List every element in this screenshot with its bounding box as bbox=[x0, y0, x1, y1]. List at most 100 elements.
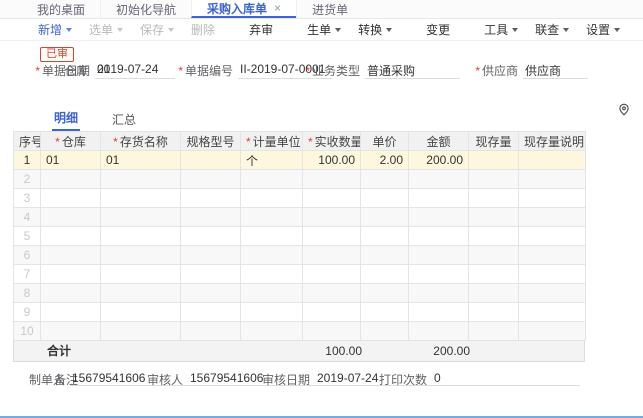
grid-cell[interactable] bbox=[241, 170, 303, 189]
grid-cell[interactable] bbox=[361, 170, 409, 189]
grid-cell[interactable] bbox=[41, 170, 101, 189]
grid-cell[interactable] bbox=[303, 227, 361, 246]
toolbar-button-9[interactable]: 联查 bbox=[535, 21, 569, 38]
grid-cell[interactable] bbox=[181, 246, 241, 265]
grid-cell[interactable]: 2.00 bbox=[361, 151, 409, 170]
grid-cell[interactable]: 200.00 bbox=[409, 151, 469, 170]
grid-cell[interactable] bbox=[409, 265, 469, 284]
tab-1[interactable]: 初始化导航 bbox=[100, 0, 191, 18]
tab-3[interactable]: 进货单 bbox=[296, 0, 363, 18]
grid-cell[interactable]: 100.00 bbox=[303, 151, 361, 170]
grid-cell[interactable] bbox=[361, 303, 409, 322]
grid-cell[interactable] bbox=[409, 189, 469, 208]
grid-cell[interactable] bbox=[241, 303, 303, 322]
toolbar-button-7[interactable]: 变更 bbox=[426, 21, 450, 38]
grid-cell[interactable] bbox=[519, 265, 586, 284]
grid-cell[interactable] bbox=[409, 322, 469, 341]
grid-cell[interactable] bbox=[519, 189, 586, 208]
grid-cell[interactable] bbox=[181, 303, 241, 322]
toolbar-button-1[interactable]: 选单 bbox=[89, 21, 123, 38]
grid-cell[interactable] bbox=[361, 246, 409, 265]
toolbar-button-6[interactable]: 转换 bbox=[358, 21, 392, 38]
grid-cell[interactable] bbox=[469, 303, 519, 322]
grid-cell[interactable] bbox=[361, 322, 409, 341]
grid-cell[interactable] bbox=[303, 265, 361, 284]
grid-cell[interactable] bbox=[101, 208, 181, 227]
grid-cell[interactable] bbox=[469, 284, 519, 303]
grid-cell[interactable] bbox=[409, 284, 469, 303]
grid-cell[interactable] bbox=[41, 246, 101, 265]
grid-cell[interactable] bbox=[101, 322, 181, 341]
grid-cell[interactable] bbox=[409, 303, 469, 322]
toolbar-button-8[interactable]: 工具 bbox=[484, 21, 518, 38]
tab-2[interactable]: 采购入库单× bbox=[191, 0, 296, 18]
toolbar-button-10[interactable]: 设置 bbox=[586, 21, 620, 38]
toolbar-button-0[interactable]: 新增 bbox=[38, 21, 72, 38]
grid-cell[interactable] bbox=[519, 170, 586, 189]
business-type-field[interactable]: 普通采购 bbox=[365, 62, 460, 79]
grid-cell[interactable] bbox=[361, 208, 409, 227]
grid-cell[interactable] bbox=[469, 208, 519, 227]
grid-cell[interactable] bbox=[469, 189, 519, 208]
tab-close-icon[interactable]: × bbox=[274, 1, 281, 15]
grid-cell[interactable] bbox=[241, 227, 303, 246]
grid-cell[interactable] bbox=[469, 170, 519, 189]
grid-cell[interactable] bbox=[241, 284, 303, 303]
grid-cell[interactable] bbox=[241, 265, 303, 284]
grid-cell[interactable] bbox=[41, 322, 101, 341]
location-pin-icon[interactable] bbox=[617, 102, 631, 120]
grid-cell[interactable] bbox=[469, 227, 519, 246]
grid-cell[interactable] bbox=[519, 246, 586, 265]
grid-cell[interactable] bbox=[361, 284, 409, 303]
tab-detail[interactable]: 明细 bbox=[52, 109, 80, 131]
grid-cell[interactable] bbox=[181, 189, 241, 208]
grid-cell[interactable] bbox=[41, 265, 101, 284]
grid-cell[interactable] bbox=[409, 208, 469, 227]
grid-cell[interactable] bbox=[303, 208, 361, 227]
grid-cell[interactable] bbox=[469, 246, 519, 265]
toolbar-button-5[interactable]: 生单 bbox=[307, 21, 341, 38]
grid-cell[interactable] bbox=[409, 170, 469, 189]
grid-cell[interactable] bbox=[303, 189, 361, 208]
grid-cell[interactable] bbox=[241, 322, 303, 341]
grid-cell[interactable] bbox=[41, 227, 101, 246]
grid-cell[interactable] bbox=[101, 246, 181, 265]
grid-cell[interactable] bbox=[303, 170, 361, 189]
grid-cell[interactable] bbox=[303, 284, 361, 303]
grid-cell[interactable] bbox=[519, 227, 586, 246]
supplier-field[interactable]: 供应商 bbox=[523, 62, 588, 79]
grid-cell[interactable] bbox=[41, 303, 101, 322]
grid-cell[interactable] bbox=[41, 189, 101, 208]
grid-cell[interactable] bbox=[181, 170, 241, 189]
grid-cell[interactable] bbox=[361, 265, 409, 284]
toolbar-button-4[interactable]: 弃审 bbox=[249, 21, 273, 38]
grid-cell[interactable] bbox=[41, 284, 101, 303]
grid-cell[interactable] bbox=[361, 189, 409, 208]
grid-cell[interactable] bbox=[181, 227, 241, 246]
grid-cell[interactable]: 01 bbox=[101, 151, 181, 170]
grid-cell[interactable] bbox=[181, 151, 241, 170]
grid-cell[interactable]: 01 bbox=[41, 151, 101, 170]
grid-cell[interactable] bbox=[519, 151, 586, 170]
grid-cell[interactable] bbox=[181, 265, 241, 284]
grid-cell[interactable] bbox=[41, 208, 101, 227]
warehouse-field[interactable]: 01 bbox=[95, 62, 175, 79]
grid-cell[interactable] bbox=[361, 227, 409, 246]
grid-cell[interactable] bbox=[101, 227, 181, 246]
grid-cell[interactable] bbox=[101, 189, 181, 208]
grid-cell[interactable] bbox=[181, 284, 241, 303]
toolbar-button-3[interactable]: 删除 bbox=[191, 21, 215, 38]
grid-cell[interactable] bbox=[303, 246, 361, 265]
grid-cell[interactable] bbox=[101, 284, 181, 303]
toolbar-button-2[interactable]: 保存 bbox=[140, 21, 174, 38]
grid-cell[interactable] bbox=[409, 227, 469, 246]
grid-cell[interactable] bbox=[241, 246, 303, 265]
grid-cell[interactable] bbox=[241, 208, 303, 227]
grid-cell[interactable] bbox=[519, 284, 586, 303]
grid-cell[interactable] bbox=[469, 322, 519, 341]
tab-summary[interactable]: 汇总 bbox=[110, 111, 138, 131]
grid-cell[interactable] bbox=[519, 208, 586, 227]
grid-cell[interactable] bbox=[303, 303, 361, 322]
grid-cell[interactable] bbox=[519, 303, 586, 322]
grid-cell[interactable] bbox=[303, 322, 361, 341]
